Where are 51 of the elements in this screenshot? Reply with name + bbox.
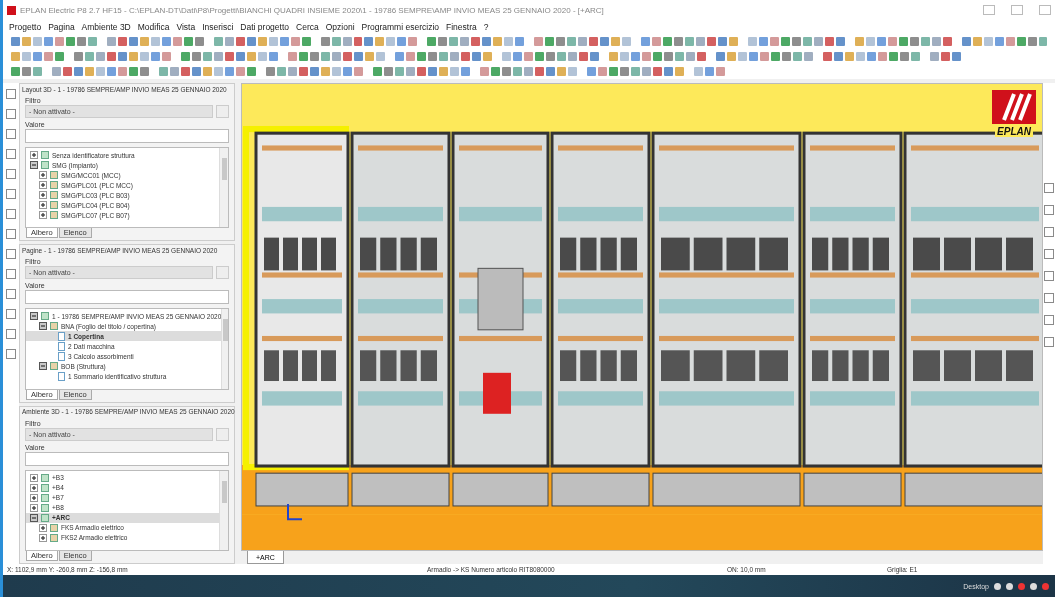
menu-item[interactable]: Modifica	[137, 22, 170, 32]
expand-icon[interactable]	[30, 503, 38, 512]
menu-item[interactable]: Inserisci	[202, 22, 234, 32]
tool-icon[interactable]	[1044, 337, 1054, 347]
scrollbar-thumb[interactable]	[221, 480, 227, 503]
expand-icon[interactable]	[39, 533, 47, 542]
menu-item[interactable]: Pagina	[48, 22, 75, 32]
expand-icon[interactable]	[39, 523, 47, 532]
expand-icon[interactable]	[39, 191, 47, 199]
scrollbar-thumb[interactable]	[222, 319, 228, 342]
menu-item[interactable]: Vista	[176, 22, 196, 32]
expand-icon[interactable]	[30, 483, 38, 492]
value-field[interactable]	[25, 451, 229, 466]
tool-icon[interactable]	[1044, 293, 1054, 303]
tool-icon[interactable]	[1044, 183, 1054, 193]
menu-item[interactable]: Opzioni	[325, 22, 355, 32]
more-button[interactable]	[216, 105, 229, 118]
logo-text: EPLAN	[995, 126, 1033, 137]
menu-item[interactable]: Ambiente 3D	[81, 22, 131, 32]
more-button[interactable]	[216, 427, 229, 441]
value-field[interactable]	[25, 129, 229, 143]
menu-item[interactable]: Dati progetto	[240, 22, 289, 32]
value-field[interactable]	[25, 290, 229, 305]
folder-icon	[50, 362, 58, 371]
tool-icon[interactable]	[1044, 315, 1054, 325]
expand-icon[interactable]	[30, 151, 38, 159]
menu-item[interactable]: Programmi esercizio	[361, 22, 439, 32]
menu-item[interactable]: ?	[483, 22, 489, 32]
tool-icon[interactable]	[1044, 227, 1054, 237]
collapse-icon[interactable]	[30, 161, 38, 169]
menu-item[interactable]: Finestra	[446, 22, 477, 32]
tool-icon[interactable]	[1044, 205, 1054, 215]
scrollbar-thumb[interactable]	[221, 158, 227, 180]
expand-icon[interactable]	[30, 493, 38, 502]
expand-icon[interactable]	[30, 473, 38, 482]
window-title: EPLAN Electric P8 2.7 HF15 - C:\EPLAN-DT\Dati\P8\Progetti\BIANCHI QUADRI INSIEME 2020\1 - 19786 SEMPRE\AMP INVIO MEAS 25 GENNAIO 2020 - [+ARC]	[20, 5, 605, 15]
expand-icon[interactable]	[39, 171, 47, 179]
more-button[interactable]	[216, 266, 229, 280]
expand-icon[interactable]	[39, 181, 47, 189]
tool-icon[interactable]	[1044, 271, 1054, 281]
logo-icon	[992, 90, 1036, 124]
expand-icon[interactable]	[39, 201, 47, 209]
menu-item[interactable]: Cerca	[296, 22, 319, 32]
menu-item[interactable]: Progetto	[9, 22, 42, 32]
tool-icon[interactable]	[1044, 249, 1054, 259]
collapse-icon[interactable]	[30, 312, 38, 321]
app-icon	[7, 5, 16, 15]
collapse-icon[interactable]	[30, 513, 38, 522]
collapse-icon[interactable]	[39, 362, 47, 371]
expand-icon[interactable]	[39, 211, 47, 219]
collapse-icon[interactable]	[39, 322, 47, 331]
